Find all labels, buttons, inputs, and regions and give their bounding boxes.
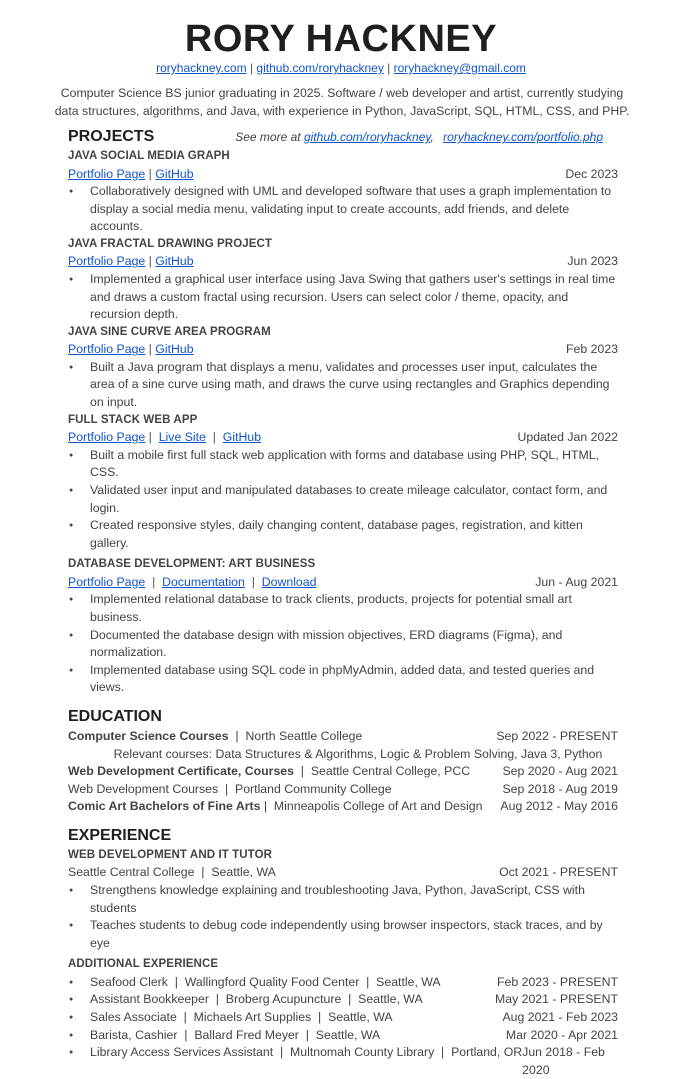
project-item: FULL STACK WEB APP Portfolio Page | Live…: [68, 412, 618, 553]
projects-header: PROJECTS See more at github.com/roryhack…: [68, 126, 618, 148]
section-title-experience: EXPERIENCE: [68, 826, 172, 844]
summary: Computer Science BS junior graduating in…: [50, 84, 634, 120]
github-link[interactable]: GitHub: [155, 342, 193, 356]
project-item: JAVA SOCIAL MEDIA GRAPH Portfolio Page |…: [68, 148, 618, 236]
education-program: Computer Science Courses: [68, 728, 229, 743]
github-link[interactable]: GitHub: [155, 254, 193, 268]
download-link[interactable]: Download: [262, 575, 317, 589]
education-item: Computer Science Courses | North Seattle…: [68, 728, 618, 746]
additional-job: Barista, Cashier | Ballard Fred Meyer | …: [68, 1027, 618, 1045]
github-link[interactable]: github.com/roryhackney: [256, 61, 383, 75]
project-title: DATABASE DEVELOPMENT: ART BUSINESS: [68, 558, 316, 571]
bullet-item: Implemented database using SQL code in p…: [68, 662, 618, 697]
bullet-item: Documented the database design with miss…: [68, 627, 618, 662]
job-location: Seattle, WA: [211, 865, 276, 880]
project-date: Jun 2023: [567, 254, 618, 269]
additional-experience-title: ADDITIONAL EXPERIENCE: [68, 958, 219, 971]
education-date: Sep 2018 - Aug 2019: [502, 781, 618, 796]
education-date: Sep 2020 - Aug 2021: [502, 764, 618, 779]
education-school: Portland Community College: [235, 781, 392, 796]
portfolio-page-link[interactable]: Portfolio Page: [68, 430, 145, 444]
additional-job: Library Access Services Assistant | Mult…: [68, 1044, 618, 1079]
bullet-item: Collaboratively designed with UML and de…: [68, 183, 618, 236]
project-item: JAVA FRACTAL DRAWING PROJECT Portfolio P…: [68, 236, 618, 324]
github-link[interactable]: GitHub: [223, 430, 261, 444]
education-school: Seattle Central College, PCC: [310, 764, 471, 779]
additional-job: Assistant Bookkeeper | Broberg Acupunctu…: [68, 991, 618, 1009]
see-more-label: See more at: [235, 130, 301, 144]
bullet-item: Implemented a graphical user interface u…: [68, 271, 618, 324]
bullet-item: Validated user input and manipulated dat…: [68, 482, 618, 517]
project-item: JAVA SINE CURVE AREA PROGRAM Portfolio P…: [68, 324, 618, 412]
education-program: Comic Art Bachelors of Fine Arts: [68, 799, 261, 814]
project-date: Dec 2023: [565, 166, 618, 181]
section-title-education: EDUCATION: [68, 707, 162, 725]
contact-links: roryhackney.com | github.com/roryhackney…: [0, 61, 682, 75]
bullet-item: Teaches students to debug code independe…: [68, 917, 618, 952]
education-program: Web Development Courses: [68, 781, 219, 796]
education-program: Web Development Certificate, Courses: [68, 764, 294, 779]
project-date: Feb 2023: [566, 342, 618, 357]
bullet-item: Built a mobile first full stack web appl…: [68, 447, 618, 482]
section-title-projects: PROJECTS: [68, 128, 155, 145]
github-link[interactable]: GitHub: [155, 167, 193, 181]
see-more-portfolio-link[interactable]: roryhackney.com/portfolio.php: [443, 130, 603, 144]
education-item: Web Development Courses | Portland Commu…: [68, 781, 618, 799]
separator: |: [249, 61, 254, 75]
additional-job: Seafood Clerk | Wallingford Quality Food…: [68, 974, 618, 992]
project-title: JAVA FRACTAL DRAWING PROJECT: [68, 237, 273, 250]
see-more: See more at github.com/roryhackney, rory…: [235, 130, 604, 144]
project-title: FULL STACK WEB APP: [68, 413, 198, 426]
job-date: Oct 2021 - PRESENT: [499, 865, 618, 880]
email-link[interactable]: roryhackney@gmail.com: [394, 61, 526, 75]
resume-name: RORY HACKNEY: [184, 18, 498, 60]
education-item: Web Development Certificate, Courses | S…: [68, 763, 618, 781]
education-date: Aug 2012 - May 2016: [500, 799, 618, 814]
bullet-item: Strengthens knowledge explaining and tro…: [68, 882, 618, 917]
portfolio-page-link[interactable]: Portfolio Page: [68, 575, 145, 589]
project-title: JAVA SOCIAL MEDIA GRAPH: [68, 150, 230, 162]
project-date: Updated Jan 2022: [517, 430, 618, 445]
summary-line: Computer Science BS junior graduating in…: [60, 86, 624, 100]
separator: |: [387, 61, 391, 75]
bullet-item: Built a Java program that displays a men…: [68, 359, 618, 412]
education-school: Minneapolis College of Art and Design: [273, 799, 483, 814]
project-date: Jun - Aug 2021: [535, 574, 618, 589]
portfolio-page-link[interactable]: Portfolio Page: [68, 342, 145, 356]
education-item: Comic Art Bachelors of Fine Arts | Minne…: [68, 798, 618, 816]
education-date: Sep 2022 - PRESENT: [496, 728, 618, 743]
resume-body: PROJECTS See more at github.com/roryhack…: [68, 126, 618, 1079]
job-place: Seattle Central College: [68, 865, 195, 880]
portfolio-page-link[interactable]: Portfolio Page: [68, 167, 145, 181]
bullet-item: Created responsive styles, daily changin…: [68, 517, 618, 552]
project-item: DATABASE DEVELOPMENT: ART BUSINESS Portf…: [68, 556, 618, 697]
bullet-item: Implemented relational database to track…: [68, 591, 618, 626]
portfolio-page-link[interactable]: Portfolio Page: [68, 254, 145, 268]
education-school: North Seattle College: [245, 728, 363, 743]
additional-job: Sales Associate | Michaels Art Supplies …: [68, 1009, 618, 1027]
job-title: WEB DEVELOPMENT AND IT TUTOR: [68, 848, 273, 861]
summary-line: data structures, algorithms, and Java, w…: [54, 104, 630, 118]
website-link[interactable]: roryhackney.com: [156, 61, 246, 75]
live-site-link[interactable]: Live Site: [159, 430, 206, 444]
documentation-link[interactable]: Documentation: [162, 575, 245, 589]
relevant-courses: Relevant courses: Data Structures & Algo…: [113, 746, 603, 761]
see-more-github-link[interactable]: github.com/roryhackney: [304, 130, 431, 144]
project-title: JAVA SINE CURVE AREA PROGRAM: [68, 325, 271, 338]
